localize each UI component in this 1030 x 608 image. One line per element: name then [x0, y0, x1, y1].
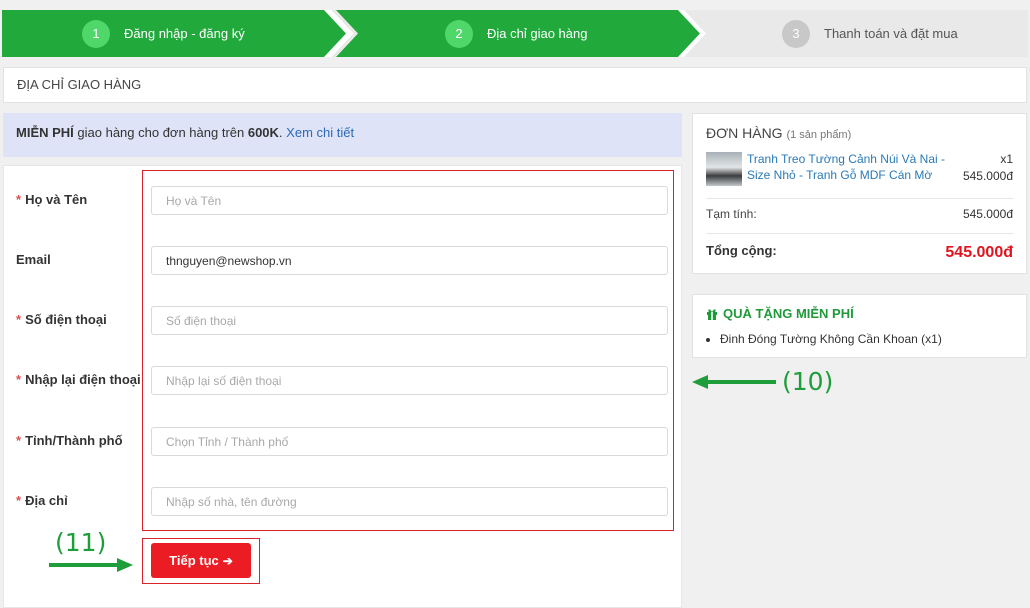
gift-item: Đinh Đóng Tường Không Cần Khoan (x1) — [720, 332, 942, 346]
form-highlight-box — [142, 170, 674, 531]
continue-button-label: Tiếp tục — [169, 553, 219, 568]
gift-title: QUÀ TẶNG MIỄN PHÍ — [706, 306, 854, 321]
city-label: * Tỉnh/Thành phố — [16, 433, 123, 448]
arrow-right-icon: ➔ — [222, 553, 233, 568]
promo-free: MIỄN PHÍ — [16, 125, 74, 140]
required-mark: * — [16, 192, 22, 207]
product-qty: x1 — [1000, 152, 1013, 166]
required-mark: * — [16, 433, 22, 448]
total-value: 545.000đ — [945, 244, 1013, 261]
step-label: Đăng nhập - đăng ký — [124, 26, 245, 41]
annotation-arrow-right — [49, 558, 133, 572]
annotation-label-11: (11) — [55, 528, 107, 557]
step-number: 1 — [82, 19, 110, 48]
gift-icon — [707, 308, 717, 320]
step-shipping-address: 2 Địa chỉ giao hàng — [445, 10, 587, 57]
name-label-text: Họ và Tên — [25, 192, 88, 207]
required-mark: * — [16, 372, 22, 387]
gift-title-text: QUÀ TẶNG MIỄN PHÍ — [723, 306, 854, 321]
promo-dot: . — [278, 125, 283, 140]
promo-text: giao hàng cho đơn hàng trên — [73, 125, 248, 140]
divider — [706, 198, 1014, 199]
order-title: ĐƠN HÀNG (1 sản phẩm) — [706, 125, 851, 141]
product-thumbnail[interactable] — [706, 152, 742, 186]
email-label: Email — [16, 252, 51, 267]
order-count: (1 sản phẩm) — [786, 129, 852, 141]
promo-amount: 600K — [247, 125, 279, 140]
section-title: ĐỊA CHỈ GIAO HÀNG — [3, 67, 1027, 103]
step-login[interactable]: 1 Đăng nhập - đăng ký — [82, 10, 245, 57]
continue-button[interactable]: Tiếp tục ➔ — [151, 543, 251, 578]
bullet — [706, 338, 710, 342]
required-mark: * — [16, 312, 22, 327]
phone-label-text: Số điện thoại — [25, 312, 107, 327]
required-mark: * — [16, 493, 22, 508]
annotation-label-10: (10) — [782, 367, 834, 396]
free-gift-panel: QUÀ TẶNG MIỄN PHÍ Đinh Đóng Tường Không … — [692, 294, 1027, 358]
divider — [706, 233, 1014, 234]
total-label: Tổng cộng: — [706, 243, 777, 258]
name-label: * Họ và Tên — [16, 192, 87, 207]
product-qty-price: x1 545.000đ — [963, 151, 1013, 185]
phone-confirm-label: * Nhập lại điện thoại — [16, 372, 141, 387]
phone-confirm-label-text: Nhập lại điện thoại — [25, 372, 141, 387]
city-label-text: Tỉnh/Thành phố — [25, 433, 123, 448]
step-number: 3 — [782, 19, 810, 48]
annotation-arrow-left — [692, 375, 776, 389]
product-name-link[interactable]: Tranh Treo Tường Cảnh Núi Và Nai - Size … — [747, 151, 952, 183]
free-shipping-banner: MIỄN PHÍ giao hàng cho đơn hàng trên 600… — [3, 113, 682, 157]
subtotal-value: 545.000đ — [962, 207, 1013, 221]
subtotal-label: Tạm tính: — [706, 207, 757, 221]
step-number: 2 — [445, 19, 473, 48]
checkout-steps: 1 Đăng nhập - đăng ký 2 Địa chỉ giao hàn… — [2, 10, 1028, 57]
product-price: 545.000đ — [962, 169, 1013, 183]
address-label-text: Địa chỉ — [25, 493, 68, 508]
order-title-text: ĐƠN HÀNG — [706, 125, 783, 141]
phone-label: * Số điện thoại — [16, 312, 107, 327]
step-payment: 3 Thanh toán và đặt mua — [782, 10, 958, 57]
address-label: * Địa chỉ — [16, 493, 68, 508]
step-label: Thanh toán và đặt mua — [824, 26, 958, 41]
order-summary: ĐƠN HÀNG (1 sản phẩm) Tranh Treo Tường C… — [692, 113, 1027, 274]
step-label: Địa chỉ giao hàng — [487, 26, 588, 41]
promo-details-link[interactable]: Xem chi tiết — [286, 125, 354, 140]
email-label-text: Email — [16, 252, 51, 267]
